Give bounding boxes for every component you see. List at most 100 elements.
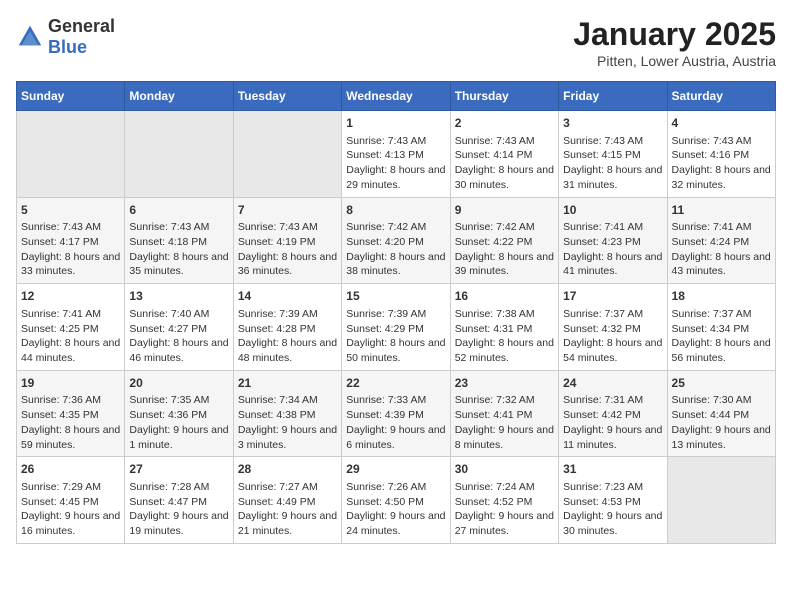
cell-content: Sunrise: 7:28 AM Sunset: 4:47 PM Dayligh… [129, 480, 228, 539]
logo: General Blue [16, 16, 115, 58]
date-number: 3 [563, 115, 662, 132]
date-number: 29 [346, 461, 445, 478]
calendar-cell: 29 Sunrise: 7:26 AM Sunset: 4:50 PM Dayli… [342, 457, 450, 544]
calendar-cell: 2Sunrise: 7:43 AM Sunset: 4:14 PM Daylig… [450, 111, 558, 198]
cell-content: Sunrise: 7:41 AM Sunset: 4:24 PM Dayligh… [672, 220, 771, 279]
calendar-cell: 18Sunrise: 7:37 AM Sunset: 4:34 PM Dayli… [667, 284, 775, 371]
calendar-week-3: 12Sunrise: 7:41 AM Sunset: 4:25 PM Dayli… [17, 284, 776, 371]
cell-content: Sunrise: 7:41 AM Sunset: 4:25 PM Dayligh… [21, 307, 120, 366]
date-number: 25 [672, 375, 771, 392]
calendar-cell: 20Sunrise: 7:35 AM Sunset: 4:36 PM Dayli… [125, 370, 233, 457]
cell-content: Sunrise: 7:37 AM Sunset: 4:32 PM Dayligh… [563, 307, 662, 366]
date-number: 1 [346, 115, 445, 132]
date-number: 6 [129, 202, 228, 219]
date-number: 9 [455, 202, 554, 219]
calendar-week-5: 26Sunrise: 7:29 AM Sunset: 4:45 PM Dayli… [17, 457, 776, 544]
date-number: 10 [563, 202, 662, 219]
date-number: 13 [129, 288, 228, 305]
calendar-cell: 22Sunrise: 7:33 AM Sunset: 4:39 PM Dayli… [342, 370, 450, 457]
calendar-week-4: 19Sunrise: 7:36 AM Sunset: 4:35 PM Dayli… [17, 370, 776, 457]
day-header-tuesday: Tuesday [233, 82, 341, 111]
day-header-friday: Friday [559, 82, 667, 111]
cell-content: Sunrise: 7:43 AM Sunset: 4:14 PM Dayligh… [455, 134, 554, 193]
date-number: 21 [238, 375, 337, 392]
day-header-saturday: Saturday [667, 82, 775, 111]
calendar-cell: 31 Sunrise: 7:23 AM Sunset: 4:53 PM Dayli… [559, 457, 667, 544]
date-number: 14 [238, 288, 337, 305]
cell-content: Sunrise: 7:42 AM Sunset: 4:22 PM Dayligh… [455, 220, 554, 279]
cell-content: Sunrise: 7:35 AM Sunset: 4:36 PM Dayligh… [129, 393, 228, 452]
calendar-cell: 17 Sunrise: 7:37 AM Sunset: 4:32 PM Dayli… [559, 284, 667, 371]
cell-content: Sunrise: 7:37 AM Sunset: 4:34 PM Dayligh… [672, 307, 771, 366]
calendar-table: SundayMondayTuesdayWednesdayThursdayFrid… [16, 81, 776, 544]
calendar-cell: 19Sunrise: 7:36 AM Sunset: 4:35 PM Dayli… [17, 370, 125, 457]
cell-content: Sunrise: 7:42 AM Sunset: 4:20 PM Dayligh… [346, 220, 445, 279]
date-number: 27 [129, 461, 228, 478]
cell-content: Sunrise: 7:23 AM Sunset: 4:53 PM Dayligh… [563, 480, 662, 539]
cell-content: Sunrise: 7:31 AM Sunset: 4:42 PM Dayligh… [563, 393, 662, 452]
calendar-cell: 7Sunrise: 7:43 AM Sunset: 4:19 PM Daylig… [233, 197, 341, 284]
date-number: 26 [21, 461, 120, 478]
calendar-cell: 1Sunrise: 7:43 AM Sunset: 4:13 PM Daylig… [342, 111, 450, 198]
cell-content: Sunrise: 7:41 AM Sunset: 4:23 PM Dayligh… [563, 220, 662, 279]
calendar-cell: 21Sunrise: 7:34 AM Sunset: 4:38 PM Dayli… [233, 370, 341, 457]
calendar-subtitle: Pitten, Lower Austria, Austria [573, 53, 776, 69]
cell-content: Sunrise: 7:26 AM Sunset: 4:50 PM Dayligh… [346, 480, 445, 539]
day-header-monday: Monday [125, 82, 233, 111]
date-number: 11 [672, 202, 771, 219]
calendar-cell: 11Sunrise: 7:41 AM Sunset: 4:24 PM Dayli… [667, 197, 775, 284]
date-number: 8 [346, 202, 445, 219]
cell-content: Sunrise: 7:43 AM Sunset: 4:16 PM Dayligh… [672, 134, 771, 193]
calendar-cell: 4Sunrise: 7:43 AM Sunset: 4:16 PM Daylig… [667, 111, 775, 198]
date-number: 22 [346, 375, 445, 392]
calendar-cell [667, 457, 775, 544]
date-number: 19 [21, 375, 120, 392]
calendar-cell: 24Sunrise: 7:31 AM Sunset: 4:42 PM Dayli… [559, 370, 667, 457]
cell-content: Sunrise: 7:40 AM Sunset: 4:27 PM Dayligh… [129, 307, 228, 366]
calendar-title: January 2025 [573, 16, 776, 53]
date-number: 20 [129, 375, 228, 392]
calendar-cell [233, 111, 341, 198]
calendar-body: 1Sunrise: 7:43 AM Sunset: 4:13 PM Daylig… [17, 111, 776, 544]
date-number: 15 [346, 288, 445, 305]
calendar-cell [125, 111, 233, 198]
cell-content: Sunrise: 7:30 AM Sunset: 4:44 PM Dayligh… [672, 393, 771, 452]
cell-content: Sunrise: 7:24 AM Sunset: 4:52 PM Dayligh… [455, 480, 554, 539]
logo-blue: Blue [48, 37, 87, 57]
calendar-cell: 15Sunrise: 7:39 AM Sunset: 4:29 PM Dayli… [342, 284, 450, 371]
date-number: 5 [21, 202, 120, 219]
calendar-week-1: 1Sunrise: 7:43 AM Sunset: 4:13 PM Daylig… [17, 111, 776, 198]
calendar-cell: 12Sunrise: 7:41 AM Sunset: 4:25 PM Dayli… [17, 284, 125, 371]
date-number: 17 [563, 288, 662, 305]
cell-content: Sunrise: 7:27 AM Sunset: 4:49 PM Dayligh… [238, 480, 337, 539]
cell-content: Sunrise: 7:43 AM Sunset: 4:17 PM Dayligh… [21, 220, 120, 279]
calendar-cell: 30 Sunrise: 7:24 AM Sunset: 4:52 PM Dayli… [450, 457, 558, 544]
calendar-cell: 5Sunrise: 7:43 AM Sunset: 4:17 PM Daylig… [17, 197, 125, 284]
logo-general: General [48, 16, 115, 36]
date-number: 31 [563, 461, 662, 478]
calendar-cell: 3Sunrise: 7:43 AM Sunset: 4:15 PM Daylig… [559, 111, 667, 198]
calendar-cell: 23Sunrise: 7:32 AM Sunset: 4:41 PM Dayli… [450, 370, 558, 457]
cell-content: Sunrise: 7:39 AM Sunset: 4:28 PM Dayligh… [238, 307, 337, 366]
date-number: 28 [238, 461, 337, 478]
cell-content: Sunrise: 7:43 AM Sunset: 4:19 PM Dayligh… [238, 220, 337, 279]
logo-text: General Blue [48, 16, 115, 58]
calendar-cell: 25Sunrise: 7:30 AM Sunset: 4:44 PM Dayli… [667, 370, 775, 457]
calendar-cell: 14 Sunrise: 7:39 AM Sunset: 4:28 PM Dayli… [233, 284, 341, 371]
cell-content: Sunrise: 7:38 AM Sunset: 4:31 PM Dayligh… [455, 307, 554, 366]
date-number: 23 [455, 375, 554, 392]
day-header-thursday: Thursday [450, 82, 558, 111]
date-number: 16 [455, 288, 554, 305]
page-header: General Blue January 2025 Pitten, Lower … [16, 16, 776, 69]
calendar-cell: 9Sunrise: 7:42 AM Sunset: 4:22 PM Daylig… [450, 197, 558, 284]
calendar-cell: 13 Sunrise: 7:40 AM Sunset: 4:27 PM Dayli… [125, 284, 233, 371]
calendar-cell: 10Sunrise: 7:41 AM Sunset: 4:23 PM Dayli… [559, 197, 667, 284]
title-block: January 2025 Pitten, Lower Austria, Aust… [573, 16, 776, 69]
cell-content: Sunrise: 7:34 AM Sunset: 4:38 PM Dayligh… [238, 393, 337, 452]
cell-content: Sunrise: 7:43 AM Sunset: 4:18 PM Dayligh… [129, 220, 228, 279]
date-number: 30 [455, 461, 554, 478]
cell-content: Sunrise: 7:32 AM Sunset: 4:41 PM Dayligh… [455, 393, 554, 452]
calendar-cell: 8Sunrise: 7:42 AM Sunset: 4:20 PM Daylig… [342, 197, 450, 284]
logo-icon [16, 23, 44, 51]
day-header-wednesday: Wednesday [342, 82, 450, 111]
